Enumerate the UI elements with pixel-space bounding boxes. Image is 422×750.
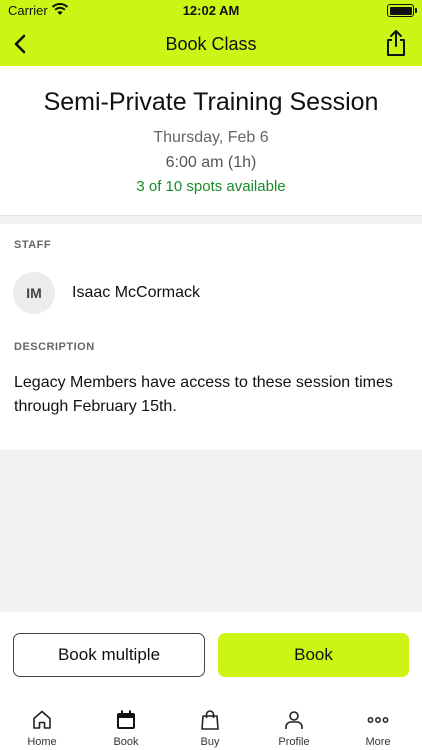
action-bar: Book multiple Book (0, 612, 422, 694)
avatar: IM (13, 272, 55, 314)
person-icon (285, 711, 303, 729)
shopping-bag-icon (201, 710, 219, 730)
staff-label: STAFF (14, 239, 52, 251)
tab-label: Buy (200, 736, 220, 748)
tab-label: Book (113, 736, 139, 748)
battery-icon (387, 4, 417, 17)
staff-name: Isaac McCormack (72, 284, 201, 301)
session-summary: Semi-Private Training Session Thursday, … (0, 66, 422, 216)
nav-bar: Book Class (0, 22, 422, 66)
tab-book[interactable]: Book (84, 694, 168, 750)
description-label: DESCRIPTION (14, 341, 95, 353)
calendar-icon (117, 710, 135, 729)
session-time: 6:00 am (1h) (165, 154, 257, 171)
session-date: Thursday, Feb 6 (153, 129, 269, 146)
tab-profile[interactable]: Profile (252, 694, 336, 750)
book-multiple-button[interactable]: Book multiple (13, 633, 205, 677)
tab-label: Profile (278, 736, 310, 748)
tab-home[interactable]: Home (0, 694, 84, 750)
header: Carrier 12:02 AM Book Class (0, 0, 422, 66)
description-text: Legacy Members have access to these sess… (14, 374, 393, 415)
session-details: STAFF IM Isaac McCormack DESCRIPTION Leg… (0, 224, 422, 450)
more-icon (367, 717, 389, 723)
page-title: Book Class (165, 34, 257, 54)
book-button[interactable]: Book (218, 633, 409, 677)
availability-text: 3 of 10 spots available (136, 178, 286, 195)
status-bar: Carrier 12:02 AM (0, 0, 422, 22)
tab-label: More (365, 736, 391, 748)
tab-buy[interactable]: Buy (168, 694, 252, 750)
tab-more[interactable]: More (336, 694, 420, 750)
tab-bar: Home Book Buy Profile More (0, 694, 422, 750)
home-icon (33, 710, 51, 729)
tab-label: Home (27, 736, 57, 748)
session-name: Semi-Private Training Session (43, 88, 379, 116)
clock: 12:02 AM (182, 3, 240, 18)
share-icon[interactable] (384, 29, 408, 57)
